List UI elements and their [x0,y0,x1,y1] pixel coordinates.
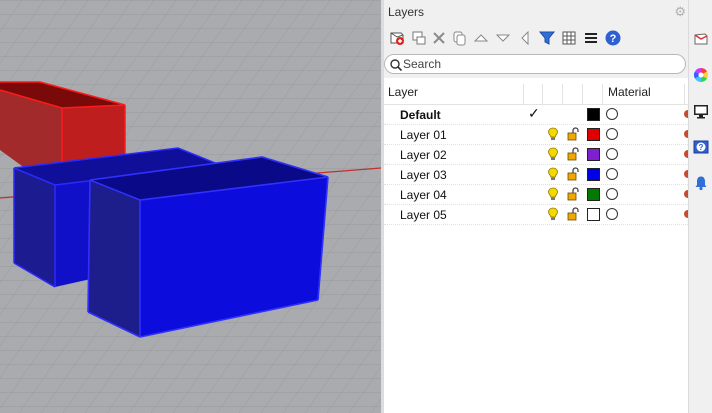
material-circle-icon[interactable] [606,108,618,120]
search-box[interactable] [384,54,686,74]
layer-row[interactable]: Layer 02 [384,145,688,165]
new-layer-icon[interactable] [388,29,406,47]
layer-color-swatch[interactable] [587,108,600,121]
layers-panel-icon[interactable] [693,31,709,47]
layer-row[interactable]: Layer 05 [384,205,688,225]
move-down-icon[interactable] [494,29,512,47]
layer-row[interactable]: Layer 03 [384,165,688,185]
menu-icon[interactable] [582,29,600,47]
layer-name[interactable]: Layer 04 [400,188,447,202]
display-icon[interactable] [693,103,709,119]
filter-icon[interactable] [538,29,556,47]
search-icon [390,59,403,72]
visibility-bulb-icon[interactable] [547,127,559,141]
move-to-parent-icon[interactable] [516,29,534,47]
grid-icon[interactable] [560,29,578,47]
layer-color-swatch[interactable] [587,148,600,161]
layer-row[interactable]: Default ✓ [384,105,688,125]
column-divider[interactable] [602,84,603,104]
current-layer-check-icon[interactable]: ✓ [528,105,540,122]
material-circle-icon[interactable] [606,208,618,220]
layers-toolbar: ? [384,24,688,52]
unlock-icon[interactable] [567,207,579,221]
delete-icon[interactable] [430,29,448,47]
layer-name[interactable]: Layer 05 [400,208,447,222]
column-header-material[interactable]: Material [608,80,651,104]
column-header-layer[interactable]: Layer [388,80,418,104]
layer-name[interactable]: Layer 01 [400,128,447,142]
copy-icon[interactable] [450,29,468,47]
layer-name[interactable]: Default [400,108,441,122]
search-row [384,52,688,78]
material-circle-icon[interactable] [606,188,618,200]
layer-row[interactable]: Layer 01 [384,125,688,145]
layer-color-swatch[interactable] [587,188,600,201]
viewport-scene [0,0,381,413]
svg-text:?: ? [699,143,704,152]
viewport-perspective[interactable] [0,0,381,413]
unlock-icon[interactable] [567,127,579,141]
unlock-icon[interactable] [567,187,579,201]
layer-color-swatch[interactable] [587,128,600,141]
layers-table: Layer Material Default ✓ Layer 01 Layer 02 L… [384,80,688,225]
help-panel-icon[interactable]: ? [693,139,709,155]
panel-title: Layers [388,5,425,19]
layers-panel: Layers ⚙ ? Search Layer Material Default… [384,0,688,413]
visibility-bulb-icon[interactable] [547,187,559,201]
gear-icon[interactable]: ⚙ [674,4,686,20]
layer-name[interactable]: Layer 03 [400,168,447,182]
layer-color-swatch[interactable] [587,168,600,181]
material-circle-icon[interactable] [606,168,618,180]
new-sublayer-icon[interactable] [410,29,428,47]
column-divider[interactable] [542,84,543,104]
color-wheel-icon[interactable] [693,67,709,83]
layers-table-header: Layer Material [384,80,688,105]
search-input[interactable] [403,56,673,72]
column-divider[interactable] [684,84,685,104]
move-up-icon[interactable] [472,29,490,47]
svg-text:?: ? [610,33,617,45]
layer-row[interactable]: Layer 04 [384,185,688,205]
visibility-bulb-icon[interactable] [547,167,559,181]
panel-header: Layers ⚙ [384,0,688,24]
help-icon[interactable]: ? [604,29,622,47]
layer-name[interactable]: Layer 02 [400,148,447,162]
unlock-icon[interactable] [567,147,579,161]
visibility-bulb-icon[interactable] [547,147,559,161]
column-divider[interactable] [582,84,583,104]
visibility-bulb-icon[interactable] [547,207,559,221]
layers-list: Default ✓ Layer 01 Layer 02 Layer 03 Layer 04… [384,105,688,225]
layer-color-swatch[interactable] [587,208,600,221]
panel-tabs-strip: ? [688,0,712,413]
unlock-icon[interactable] [567,167,579,181]
notification-bell-icon[interactable] [693,175,709,191]
material-circle-icon[interactable] [606,128,618,140]
column-divider[interactable] [562,84,563,104]
column-divider[interactable] [523,84,524,104]
material-circle-icon[interactable] [606,148,618,160]
